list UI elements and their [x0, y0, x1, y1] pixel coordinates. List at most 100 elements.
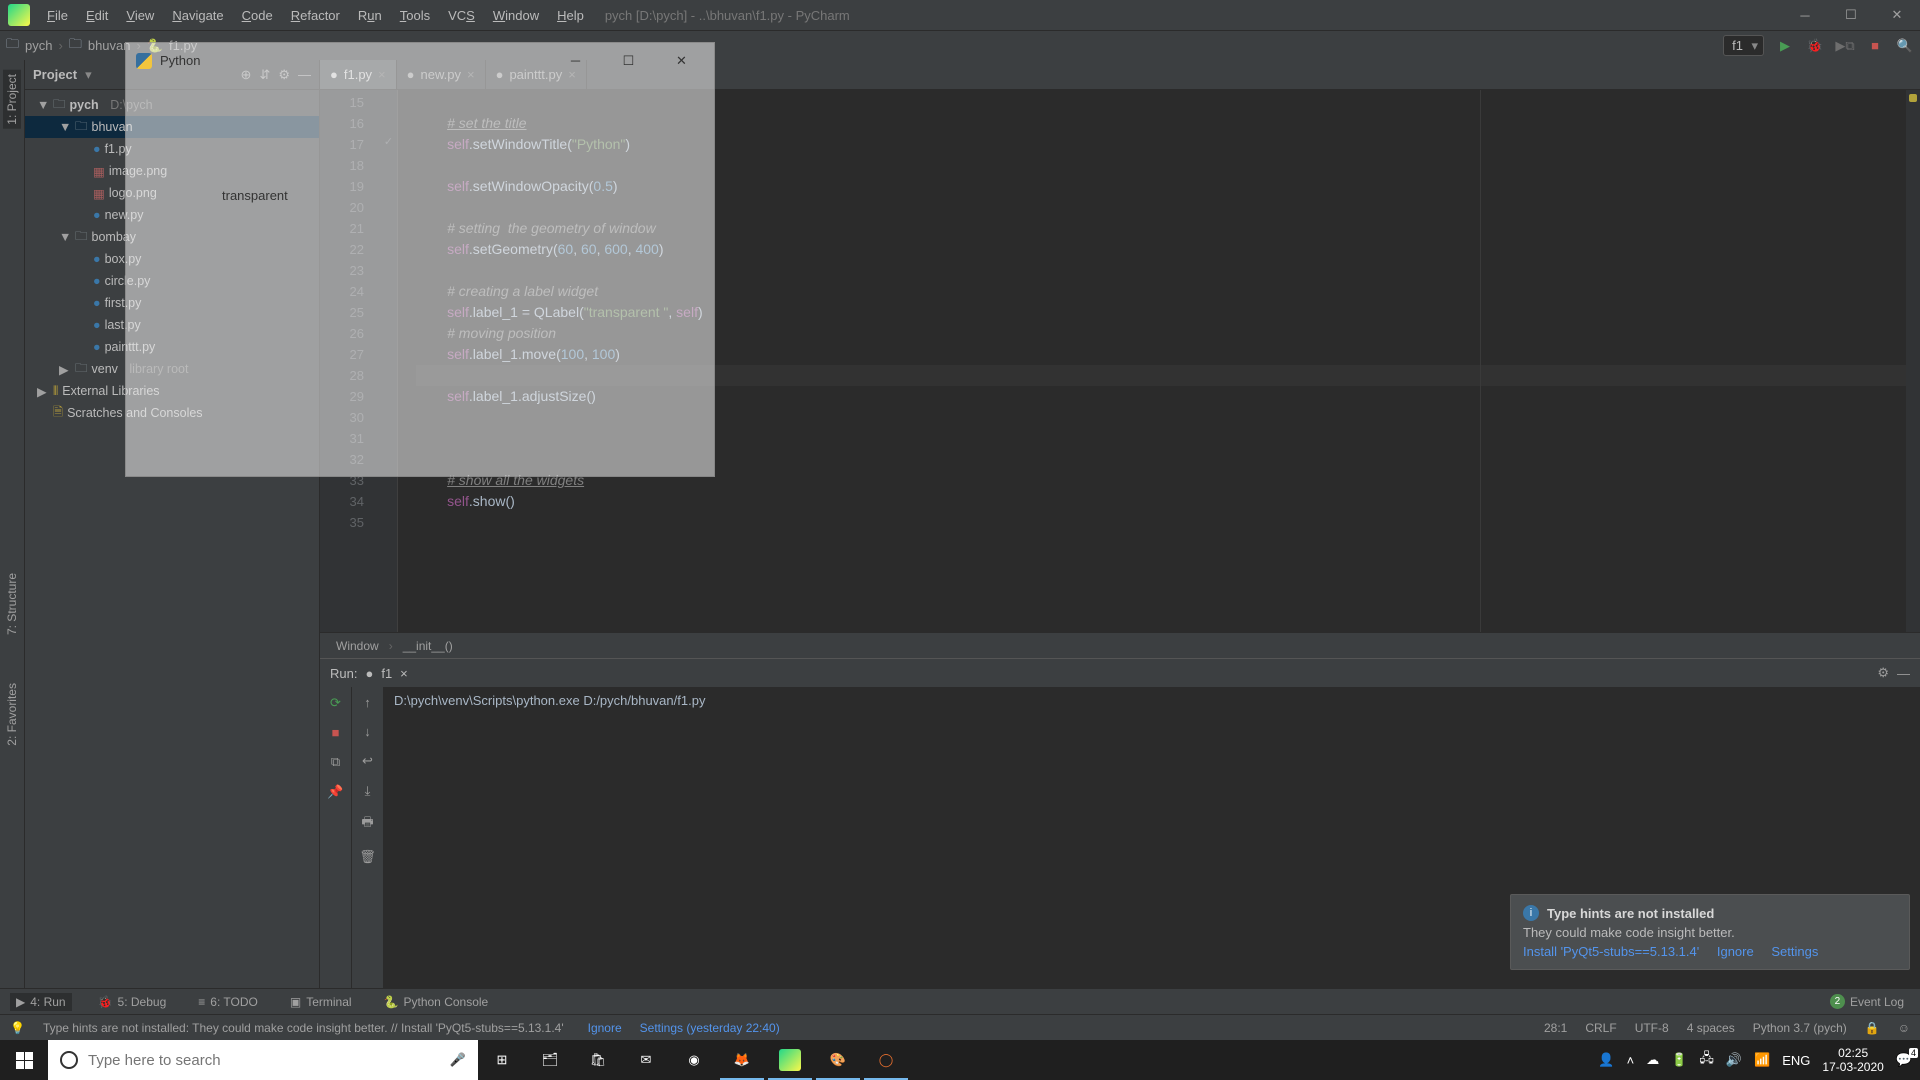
- rerun-icon[interactable]: ⟳: [330, 695, 341, 711]
- menu-window[interactable]: Window: [484, 2, 548, 29]
- people-icon[interactable]: 👤: [1598, 1052, 1614, 1068]
- status-lock-icon[interactable]: 🔒: [1865, 1021, 1880, 1035]
- btab-run[interactable]: ▶4: Run: [10, 993, 72, 1011]
- language-indicator[interactable]: ENG: [1782, 1053, 1810, 1068]
- status-encoding[interactable]: UTF-8: [1635, 1021, 1669, 1035]
- window-close-icon[interactable]: ✕: [1874, 0, 1920, 30]
- clock[interactable]: 02:2517-03-2020: [1822, 1046, 1883, 1074]
- pin-icon[interactable]: 📌: [327, 784, 343, 800]
- status-cursor[interactable]: 28:1: [1544, 1021, 1567, 1035]
- run-hide-icon[interactable]: —: [1897, 666, 1910, 681]
- status-interpreter[interactable]: Python 3.7 (pych): [1753, 1021, 1847, 1035]
- menu-vcs[interactable]: VCS: [439, 2, 484, 29]
- mic-icon[interactable]: 🎤: [450, 1052, 466, 1068]
- battery-icon[interactable]: 🔋: [1671, 1052, 1687, 1068]
- print-icon[interactable]: 🖶: [361, 813, 373, 835]
- editor-breadcrumb: Window › __init__(): [320, 632, 1920, 658]
- project-panel-title: Project: [33, 67, 77, 82]
- network-icon[interactable]: 🖧: [1699, 1049, 1714, 1071]
- predator-icon[interactable]: ◉: [670, 1040, 718, 1080]
- stop-button-icon[interactable]: ■: [1866, 37, 1884, 55]
- tool-favorites-tab[interactable]: 2: Favorites: [3, 679, 21, 750]
- status-message: Type hints are not installed: They could…: [43, 1021, 564, 1035]
- notif-install-link[interactable]: Install 'PyQt5-stubs==5.13.1.4': [1523, 944, 1699, 959]
- folder-icon: 🗀: [69, 35, 82, 57]
- soft-wrap-icon[interactable]: ↩: [362, 753, 373, 769]
- window-minimize-icon[interactable]: ─: [1782, 0, 1828, 30]
- status-indent[interactable]: 4 spaces: [1687, 1021, 1735, 1035]
- tool-structure-tab[interactable]: 7: Structure: [3, 569, 21, 639]
- menu-view[interactable]: View: [117, 2, 163, 29]
- action-center-icon[interactable]: 💬4: [1896, 1052, 1912, 1068]
- btab-label: Event Log: [1850, 995, 1904, 1009]
- notif-ignore-link[interactable]: Ignore: [1717, 944, 1754, 959]
- btab-pyconsole[interactable]: 🐍Python Console: [378, 993, 495, 1011]
- status-lineend[interactable]: CRLF: [1585, 1021, 1616, 1035]
- notif-body: They could make code insight better.: [1523, 925, 1897, 940]
- btab-terminal[interactable]: ▣Terminal: [284, 993, 358, 1011]
- project-view-dropdown-icon[interactable]: ▾: [85, 67, 92, 83]
- down-icon[interactable]: ↓: [364, 724, 371, 739]
- tool-project-tab[interactable]: 1: Project: [3, 70, 21, 129]
- menu-tools[interactable]: Tools: [391, 2, 439, 29]
- menu-refactor[interactable]: Refactor: [282, 2, 349, 29]
- menu-help[interactable]: Help: [548, 2, 593, 29]
- btab-eventlog[interactable]: 2Event Log: [1824, 992, 1910, 1011]
- menu-code[interactable]: Code: [233, 2, 282, 29]
- stop-run-icon[interactable]: ■: [332, 725, 340, 740]
- menu-edit[interactable]: Edit: [77, 2, 117, 29]
- firefox-icon[interactable]: 🦊: [718, 1040, 766, 1080]
- btab-label: 6: TODO: [210, 995, 258, 1009]
- notif-settings-link[interactable]: Settings: [1771, 944, 1818, 959]
- notif-title: Type hints are not installed: [1547, 906, 1714, 921]
- file-explorer-icon[interactable]: 🗂: [526, 1040, 574, 1080]
- up-icon[interactable]: ↑: [364, 695, 371, 710]
- python-app-window[interactable]: Python ─ ☐ ✕ transparent: [125, 42, 715, 477]
- error-stripe[interactable]: [1906, 90, 1920, 632]
- status-hector-icon[interactable]: ☺: [1898, 1021, 1910, 1035]
- tree-root[interactable]: pych: [70, 98, 99, 112]
- tray-chevron-icon[interactable]: ˄: [1627, 1053, 1635, 1068]
- pywin-minimize-icon[interactable]: ─: [553, 53, 598, 68]
- status-settings-link[interactable]: Settings (yesterday 22:40): [640, 1021, 780, 1035]
- layout-icon[interactable]: ⧉: [331, 754, 340, 770]
- task-view-icon[interactable]: ⊞: [478, 1040, 526, 1080]
- pywin-close-icon[interactable]: ✕: [659, 53, 704, 69]
- mail-icon[interactable]: ✉: [622, 1040, 670, 1080]
- run-settings-icon[interactable]: ⚙: [1877, 665, 1889, 681]
- crumb-method[interactable]: __init__(): [403, 639, 453, 653]
- run-config-select[interactable]: f1: [1723, 35, 1764, 56]
- clear-all-icon[interactable]: 🗑: [359, 849, 376, 865]
- btab-label: Python Console: [404, 995, 489, 1009]
- run-button-icon[interactable]: ▶: [1776, 37, 1794, 55]
- status-ignore-link[interactable]: Ignore: [588, 1021, 622, 1035]
- menu-file[interactable]: File: [38, 2, 77, 29]
- window-maximize-icon[interactable]: ☐: [1828, 0, 1874, 30]
- search-everywhere-icon[interactable]: 🔍: [1896, 37, 1914, 55]
- ms-store-icon[interactable]: 🛍: [574, 1040, 622, 1080]
- paint-icon[interactable]: 🎨: [814, 1040, 862, 1080]
- run-with-coverage-icon[interactable]: ▶⧉: [1836, 37, 1854, 55]
- close-run-tab-icon[interactable]: ×: [400, 666, 408, 681]
- crumb-class[interactable]: Window: [336, 639, 379, 653]
- onedrive-icon[interactable]: ☁: [1646, 1052, 1659, 1068]
- search-input[interactable]: [88, 1052, 440, 1069]
- scroll-to-end-icon[interactable]: ⤓: [365, 783, 371, 799]
- taskbar-search[interactable]: 🎤: [48, 1040, 478, 1080]
- btab-todo[interactable]: ≡6: TODO: [192, 993, 264, 1011]
- pywin-maximize-icon[interactable]: ☐: [606, 53, 651, 69]
- jupyter-icon[interactable]: ◯: [862, 1040, 910, 1080]
- crumb-root[interactable]: pych: [25, 38, 52, 53]
- menu-run[interactable]: Run: [349, 2, 391, 29]
- debug-button-icon[interactable]: 🐞: [1806, 37, 1824, 55]
- tree-venv[interactable]: venv: [92, 362, 118, 376]
- btab-label: 4: Run: [30, 995, 65, 1009]
- warning-marker-icon[interactable]: [1909, 94, 1917, 102]
- start-button[interactable]: [0, 1040, 48, 1080]
- wifi-icon[interactable]: 📶: [1754, 1052, 1770, 1068]
- volume-icon[interactable]: 🔊: [1726, 1052, 1742, 1068]
- python-icon: [136, 53, 152, 69]
- menu-navigate[interactable]: Navigate: [163, 2, 232, 29]
- btab-debug[interactable]: 🐞5: Debug: [92, 993, 173, 1011]
- pycharm-taskbar-icon[interactable]: [766, 1040, 814, 1080]
